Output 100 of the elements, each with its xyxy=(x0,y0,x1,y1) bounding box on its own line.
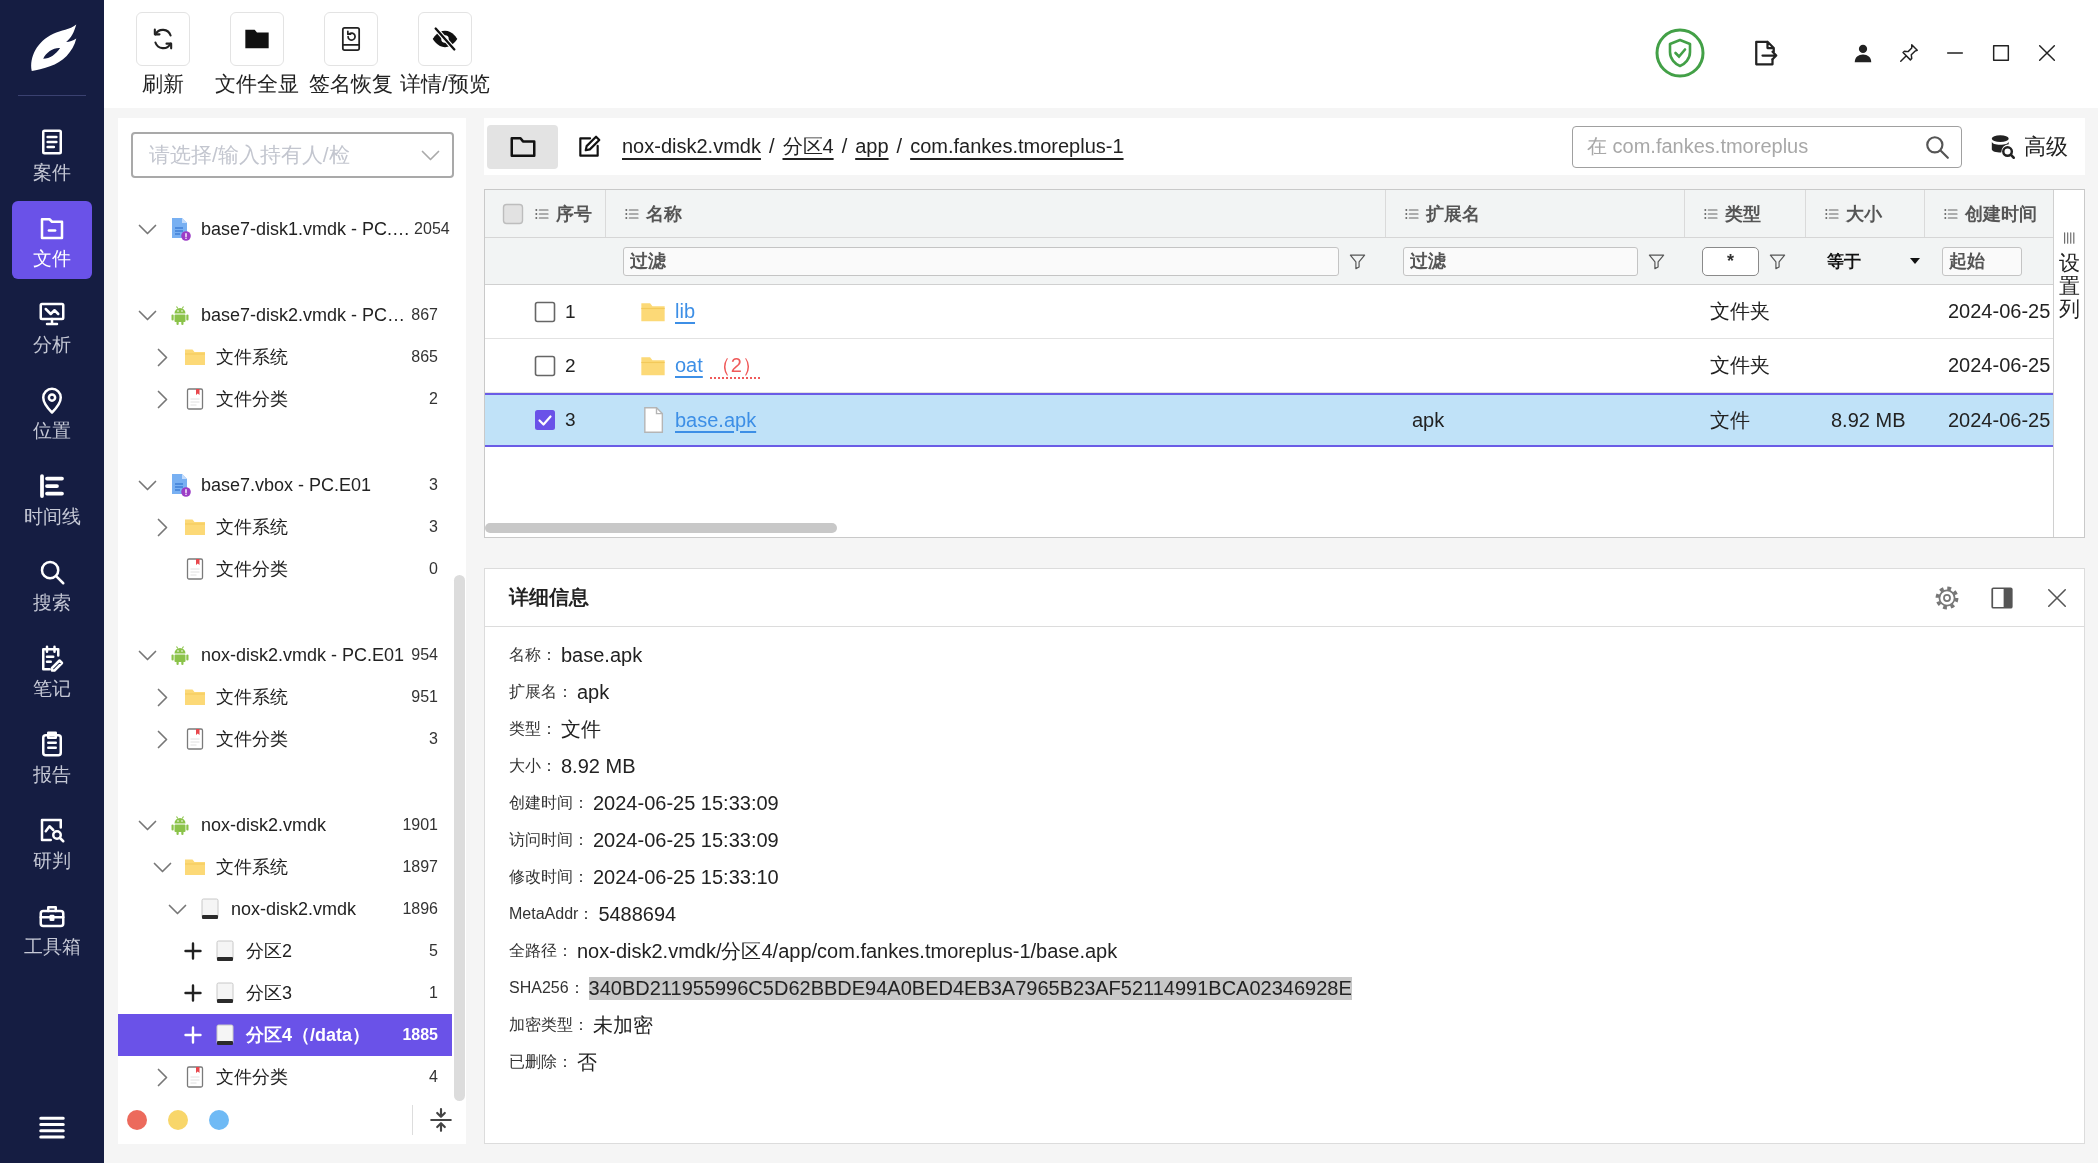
toolbar-button[interactable]: 刷新 xyxy=(116,12,210,97)
chevron-down-icon[interactable] xyxy=(138,223,157,235)
column-header[interactable]: 扩展名 xyxy=(1426,201,1480,226)
shield-check-icon[interactable] xyxy=(1655,28,1705,78)
tree-item[interactable]: 文件系统 865 xyxy=(118,336,452,378)
nav-button[interactable]: 文件 xyxy=(12,201,92,279)
filter-field[interactable]: * xyxy=(1702,246,1759,276)
tree-item[interactable]: base7-disk1.vmdk - PC.… 2054 xyxy=(118,208,452,250)
tag-dot-icon[interactable] xyxy=(168,1110,188,1130)
filter-field[interactable]: 过滤 xyxy=(623,246,1339,276)
database-search-icon xyxy=(1989,133,2016,160)
plus-icon[interactable] xyxy=(183,942,202,960)
nav-button[interactable]: 时间线 xyxy=(12,459,92,537)
tree-item[interactable]: 文件系统 1897 xyxy=(118,846,452,888)
nav-button[interactable]: 位置 xyxy=(12,373,92,451)
tag-dot-icon[interactable] xyxy=(209,1110,229,1130)
toolbar-button[interactable]: 详情/预览 xyxy=(398,12,492,97)
table-row[interactable]: 1 lib 文件夹 2024-06-25 xyxy=(485,285,2053,339)
close-icon[interactable] xyxy=(2036,42,2058,64)
row-checkbox[interactable] xyxy=(534,409,556,431)
nav-button[interactable]: 案件 xyxy=(12,115,92,193)
column-header[interactable]: 序号 xyxy=(556,201,592,226)
nav-button[interactable]: 研判 xyxy=(12,803,92,881)
maximize-icon[interactable] xyxy=(1990,42,2012,64)
tree-item[interactable]: 分区4（/data） 1885 xyxy=(118,1014,452,1056)
search-icon[interactable] xyxy=(1924,133,1950,160)
chevron-right-icon[interactable] xyxy=(157,729,168,749)
item-count: 867 xyxy=(410,306,438,324)
chevron-right-icon[interactable] xyxy=(157,517,168,537)
field-label: 加密类型： xyxy=(509,1015,589,1035)
pushpin-icon[interactable] xyxy=(1898,42,1920,64)
tree-item[interactable]: base7.vbox - PC.E01 3 xyxy=(118,464,452,506)
row-checkbox[interactable] xyxy=(534,300,556,323)
table-row[interactable]: 3 base.apk apk 文件 8.92 MB 2024-06-25 xyxy=(485,393,2053,447)
nav-button[interactable]: 分析 xyxy=(12,287,92,365)
plus-icon[interactable] xyxy=(183,984,202,1002)
nav-button[interactable]: 搜索 xyxy=(12,545,92,623)
tree-item[interactable]: 文件分类 2 xyxy=(118,378,452,420)
chevron-down-icon[interactable] xyxy=(153,861,172,873)
tree-item[interactable]: nox-disk2.vmdk 1901 xyxy=(118,804,452,846)
search-field[interactable]: 在 com.fankes.tmoreplus xyxy=(1572,125,1962,168)
chevron-down-icon[interactable] xyxy=(138,819,157,831)
item-count: 4 xyxy=(428,1068,438,1086)
folder-button[interactable] xyxy=(487,124,558,169)
holder-select-field[interactable]: 请选择/输入持有人/检 xyxy=(131,132,454,178)
field-value: 2024-06-25 15:33:09 xyxy=(593,829,779,852)
breadcrumb-link[interactable]: com.fankes.tmoreplus-1 xyxy=(910,135,1124,158)
tag-dot-icon[interactable] xyxy=(127,1110,147,1130)
nav-button[interactable]: 报告 xyxy=(12,717,92,795)
tree-item[interactable]: 文件分类 4 xyxy=(118,1056,452,1098)
field-label: 名称： xyxy=(509,645,557,665)
filter-field[interactable]: 过滤 xyxy=(1403,246,1638,276)
table-cell: 2024-06-25 xyxy=(1948,300,2051,323)
split-panel-icon[interactable] xyxy=(1989,584,2015,611)
nav-button[interactable]: 笔记 xyxy=(12,631,92,709)
item-count: 2054 xyxy=(413,220,450,238)
select-field[interactable]: 等于 xyxy=(1827,246,1922,276)
chevron-down-icon[interactable] xyxy=(168,903,187,915)
column-header[interactable]: 类型 xyxy=(1725,201,1761,226)
nav-button[interactable]: 工具箱 xyxy=(12,889,92,967)
row-checkbox[interactable] xyxy=(534,354,556,377)
edit-icon[interactable] xyxy=(576,133,602,160)
column-header[interactable]: 创建时间 xyxy=(1965,201,2037,226)
chevron-right-icon[interactable] xyxy=(157,687,168,707)
column-header[interactable]: 大小 xyxy=(1846,201,1882,226)
date-field[interactable]: 起始 xyxy=(1942,246,2022,276)
collapse-icon[interactable] xyxy=(428,1107,454,1133)
tree-item[interactable]: nox-disk2.vmdk 1896 xyxy=(118,888,452,930)
tree-item[interactable]: nox-disk2.vmdk - PC.E01 954 xyxy=(118,634,452,676)
chevron-down-icon[interactable] xyxy=(138,649,157,661)
chevron-right-icon[interactable] xyxy=(157,347,168,367)
chevron-right-icon[interactable] xyxy=(157,389,168,409)
tree-item[interactable]: 分区2 5 xyxy=(118,930,452,972)
advanced-search-button[interactable]: 高级 xyxy=(1989,131,2068,162)
chevron-down-icon[interactable] xyxy=(138,309,157,321)
breadcrumb-link[interactable]: app xyxy=(855,135,889,158)
toolbar-button[interactable]: 签名恢复 xyxy=(304,12,398,97)
field-value: 5488694 xyxy=(598,903,677,926)
field-label: SHA256： xyxy=(509,978,585,998)
breadcrumb-separator: / xyxy=(896,135,903,158)
field-label: 创建时间： xyxy=(509,793,589,813)
breadcrumb-link[interactable]: nox-disk2.vmdk xyxy=(622,135,761,158)
toolbar-button[interactable]: 文件全显 xyxy=(210,12,304,97)
breadcrumb-link[interactable]: 分区4 xyxy=(782,133,834,160)
close-icon[interactable] xyxy=(2046,586,2068,609)
chevron-right-icon[interactable] xyxy=(157,1067,168,1087)
tree-item[interactable]: 文件分类 0 xyxy=(118,548,452,590)
select-all-checkbox[interactable] xyxy=(502,202,524,225)
item-count: 1 xyxy=(428,984,438,1002)
column-header[interactable]: 名称 xyxy=(646,201,682,226)
tree-item[interactable]: 分区3 1 xyxy=(118,972,452,1014)
tree-item[interactable]: 文件系统 951 xyxy=(118,676,452,718)
tree-item[interactable]: base7-disk2.vmdk - PC… 867 xyxy=(118,294,452,336)
tree-item[interactable]: 文件分类 3 xyxy=(118,718,452,760)
tree-item[interactable]: 文件系统 3 xyxy=(118,506,452,548)
scrollbar-thumb[interactable] xyxy=(485,523,837,533)
chevron-down-icon[interactable] xyxy=(138,479,157,491)
user-icon[interactable] xyxy=(1852,42,1874,64)
scrollbar-thumb[interactable] xyxy=(454,575,465,1101)
drive-icon xyxy=(198,897,222,921)
